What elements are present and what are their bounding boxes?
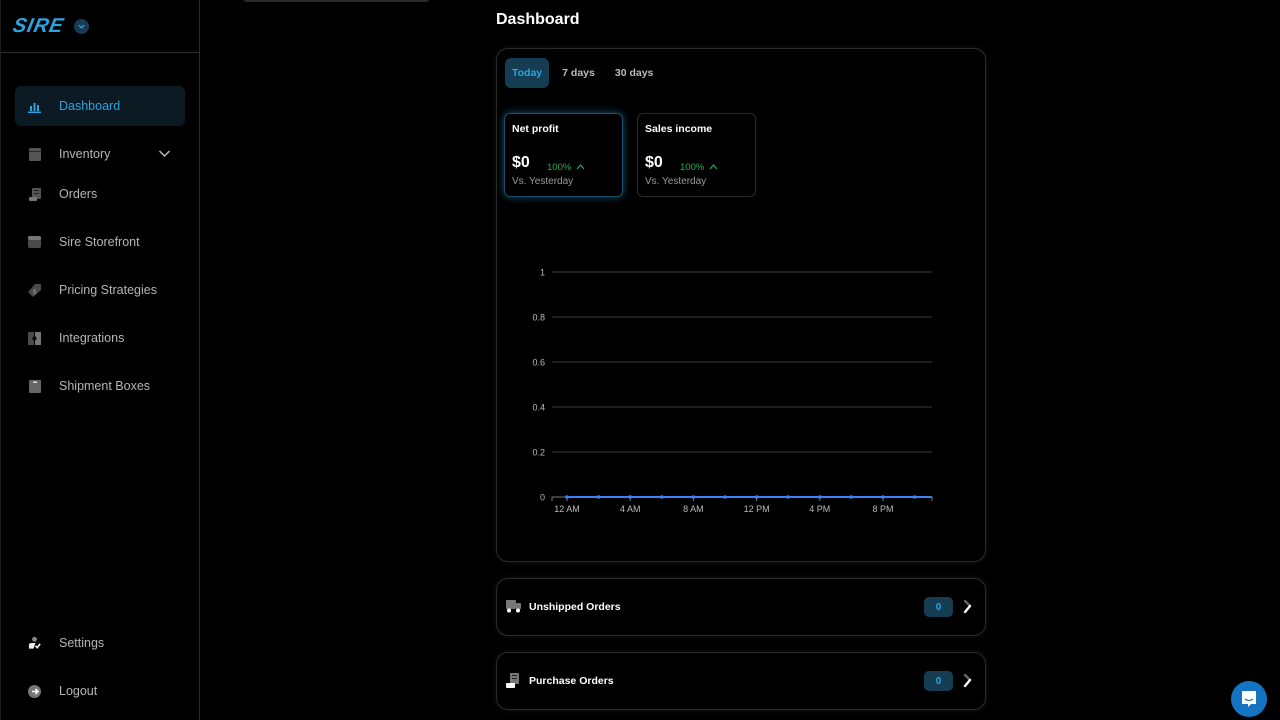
row-label: Unshipped Orders [529, 601, 621, 613]
x-tick-label: 12 PM [744, 504, 770, 514]
sidebar-item-pricing-strategies[interactable]: $ Pricing Strategies [15, 270, 185, 310]
x-tick-label: 8 AM [683, 504, 704, 514]
data-point [849, 495, 854, 499]
y-tick-label: 0.8 [532, 313, 545, 323]
brand-dropdown-toggle[interactable] [73, 18, 89, 34]
sidebar-item-dashboard[interactable]: Dashboard [15, 86, 185, 126]
puzzle-icon [28, 331, 41, 345]
logo-row: SIRE [1, 0, 199, 53]
data-point [912, 495, 917, 499]
purchase-orders-icon [506, 673, 522, 689]
y-tick-label: 0 [540, 493, 545, 503]
sidebar-item-label: Shipment Boxes [59, 379, 151, 393]
chevron-right-icon[interactable] [963, 673, 975, 694]
data-point [691, 495, 696, 499]
data-point [881, 495, 885, 499]
sidebar-item-label: Integrations [59, 331, 125, 345]
sidebar-item-sire-storefront[interactable]: Sire Storefront [15, 222, 185, 262]
x-tick-label: 8 PM [872, 504, 893, 514]
top-search-bar[interactable] [243, 0, 430, 2]
y-tick-label: 0.6 [532, 358, 545, 368]
chat-bubble-icon [1242, 691, 1256, 707]
unshipped-orders-row[interactable]: Unshipped Orders 0 [496, 578, 986, 636]
chevron-down-icon [78, 24, 85, 29]
orders-icon [28, 187, 41, 201]
data-point [660, 495, 664, 499]
chat-launcher-button[interactable] [1231, 681, 1267, 717]
sidebar-item-integrations[interactable]: Integrations [15, 318, 185, 358]
sidebar-item-label: Dashboard [59, 99, 121, 113]
row-label: Purchase Orders [529, 675, 614, 687]
shipment-box-icon [28, 379, 41, 393]
bar-chart-icon [28, 100, 41, 113]
y-tick-label: 0.4 [532, 403, 545, 413]
y-tick-label: 0.2 [532, 448, 545, 458]
sidebar: SIRE Dashboard Inventory Orders Sire Sto… [0, 0, 200, 720]
sidebar-item-inventory[interactable]: Inventory [15, 134, 185, 174]
count-badge: 0 [924, 597, 953, 617]
truck-icon [506, 599, 522, 615]
x-tick-label: 12 AM [554, 504, 580, 514]
sidebar-item-logout[interactable]: Logout [15, 671, 185, 711]
x-tick-label: 4 PM [809, 504, 830, 514]
sidebar-item-label: Orders [59, 187, 98, 201]
user-settings-icon [28, 636, 41, 650]
page-title: Dashboard [496, 11, 580, 28]
storefront-icon [28, 236, 41, 249]
sidebar-item-label: Pricing Strategies [59, 283, 157, 297]
sidebar-item-orders[interactable]: Orders [15, 174, 185, 214]
chevron-down-icon[interactable] [158, 147, 171, 163]
box-icon [28, 147, 41, 161]
sidebar-item-settings[interactable]: Settings [15, 623, 185, 663]
purchase-orders-row[interactable]: Purchase Orders 0 [496, 652, 986, 710]
data-point [723, 495, 727, 499]
data-point [786, 495, 790, 499]
data-point [818, 495, 822, 499]
profit-line-chart: 0 0.2 0.4 0.6 0.8 1 12 AM 4 AM 8 AM 12 PM 4 PM 8 PM [532, 268, 933, 514]
sidebar-item-shipment-boxes[interactable]: Shipment Boxes [15, 366, 185, 406]
y-tick-label: 1 [540, 268, 545, 278]
data-point [565, 495, 569, 499]
logout-icon [28, 684, 41, 698]
chevron-right-icon[interactable] [963, 599, 975, 620]
x-tick-label: 4 AM [620, 504, 641, 514]
dashboard-overview-card: Today 7 days 30 days Net profit $0 100% … [496, 48, 986, 562]
sidebar-item-label: Inventory [59, 147, 111, 161]
data-point [754, 495, 759, 499]
data-point [628, 495, 632, 499]
sidebar-item-label: Logout [59, 684, 98, 698]
sidebar-item-label: Sire Storefront [59, 235, 140, 249]
count-badge: 0 [924, 671, 953, 691]
brand-logo[interactable]: SIRE [11, 15, 67, 38]
sidebar-item-label: Settings [59, 636, 105, 650]
data-point [596, 495, 601, 499]
price-tag-icon: $ [28, 283, 41, 297]
